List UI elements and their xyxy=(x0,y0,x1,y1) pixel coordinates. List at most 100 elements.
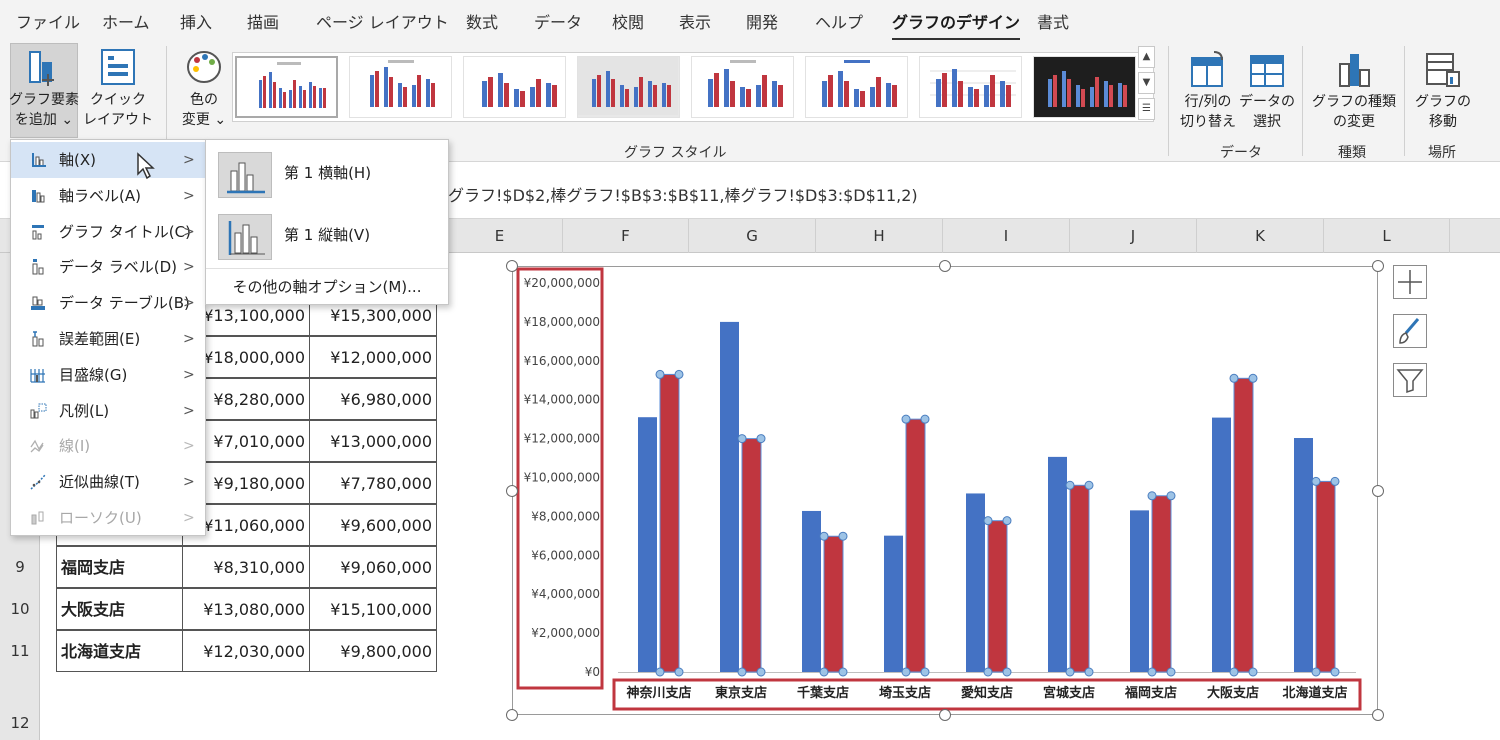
gallery-scroll-up[interactable]: ▲ xyxy=(1138,46,1155,68)
branch-name-cell[interactable]: 北海道支店 xyxy=(56,630,183,672)
tab-developer[interactable]: 開発 xyxy=(746,9,778,33)
select-data-button[interactable]: データの 選択 xyxy=(1238,50,1296,132)
chart-styles-button[interactable] xyxy=(1393,314,1427,348)
chart-style-thumb[interactable] xyxy=(691,56,794,118)
menu-item-gridlines[interactable]: 目盛線(G) > xyxy=(11,357,205,393)
chart-resize-handle[interactable] xyxy=(939,260,951,272)
ribbon-separator xyxy=(1404,46,1405,156)
value-cell-1[interactable]: ¥13,080,000 xyxy=(182,588,310,630)
tab-view[interactable]: 表示 xyxy=(679,9,711,33)
formula-input[interactable]: グラフ!$D$2,棒グラフ!$B$3:$B$11,棒グラフ!$D$3:$D$11… xyxy=(448,182,918,206)
tab-review[interactable]: 校閲 xyxy=(612,9,644,33)
chart-resize-handle[interactable] xyxy=(939,709,951,721)
value-cell-2[interactable]: ¥12,000,000 xyxy=(309,336,437,378)
chart-resize-handle[interactable] xyxy=(1372,484,1384,497)
menu-item-legend[interactable]: 凡例(L) > xyxy=(11,393,205,429)
menu-item-trendline[interactable]: 近似曲線(T) > xyxy=(11,464,205,500)
tab-format[interactable]: 書式 xyxy=(1037,9,1069,33)
menu-item-updown-bars[interactable]: ローソク(U) > xyxy=(11,500,205,536)
column-header[interactable]: L xyxy=(1324,219,1450,253)
change-chart-type-button[interactable]: グラフの種類 の変更 xyxy=(1308,50,1400,132)
selection-handle xyxy=(983,516,993,526)
plus-icon xyxy=(1398,270,1422,294)
column-header[interactable]: H xyxy=(816,219,943,253)
quick-layout-button[interactable]: クイック レイアウト ⌄ xyxy=(80,46,156,150)
menu-item-axis[interactable]: 軸(X) > xyxy=(11,142,205,178)
switch-row-column-button[interactable]: 行/列の 切り替え xyxy=(1176,50,1240,132)
tab-formulas[interactable]: 数式 xyxy=(466,9,498,33)
chevron-right-icon: > xyxy=(183,223,195,240)
selection-handle xyxy=(1330,667,1340,677)
chart-style-thumb[interactable] xyxy=(1033,56,1136,118)
chart-style-thumb[interactable] xyxy=(577,56,680,118)
selection-handle xyxy=(920,667,930,677)
column-header[interactable]: G xyxy=(689,219,816,253)
chart-style-thumb[interactable] xyxy=(349,56,452,118)
tab-help[interactable]: ヘルプ xyxy=(815,9,863,33)
chart-style-thumb[interactable] xyxy=(805,56,908,118)
x-tick-label: 福岡支店 xyxy=(1124,685,1177,701)
branch-name-cell[interactable]: 大阪支店 xyxy=(56,588,183,630)
value-cell-2[interactable]: ¥9,600,000 xyxy=(309,504,437,546)
add-chart-element-button[interactable]: グラフ要素 を追加 ⌄ xyxy=(8,46,80,130)
chart-style-thumb[interactable] xyxy=(919,56,1022,118)
chart-resize-handle[interactable] xyxy=(506,484,518,497)
value-cell-2[interactable]: ¥9,800,000 xyxy=(309,630,437,672)
row-number[interactable]: 10 xyxy=(0,588,40,630)
primary-vertical-axis-item[interactable]: 第 1 縦軸(V) xyxy=(206,206,448,266)
chart-style-thumb[interactable] xyxy=(463,56,566,118)
column-header[interactable]: I xyxy=(943,219,1070,253)
chart-resize-handle[interactable] xyxy=(506,260,518,272)
gallery-scroll-down[interactable]: ▼ xyxy=(1138,72,1155,94)
bar-series1 xyxy=(1048,456,1067,672)
tab-draw[interactable]: 描画 xyxy=(247,9,279,33)
chevron-right-icon: > xyxy=(183,510,195,526)
primary-horizontal-axis-item[interactable]: 第 1 横軸(H) xyxy=(206,144,448,204)
value-cell-2[interactable]: ¥9,060,000 xyxy=(309,546,437,588)
row-number[interactable]: 9 xyxy=(0,546,40,588)
chart-elements-button[interactable] xyxy=(1393,265,1427,299)
tab-insert[interactable]: 挿入 xyxy=(180,9,212,33)
value-cell-1[interactable]: ¥12,030,000 xyxy=(182,630,310,672)
column-header[interactable]: E xyxy=(437,219,563,253)
chart-resize-handle[interactable] xyxy=(506,709,518,721)
column-header[interactable]: J xyxy=(1070,219,1197,253)
more-axis-options-item[interactable]: その他の軸オプション(M)... xyxy=(206,268,448,304)
menu-item-data-table[interactable]: データ テーブル(B) > xyxy=(11,285,205,321)
column-header[interactable]: K xyxy=(1197,219,1324,253)
selection-handle xyxy=(756,667,766,677)
selection-handle xyxy=(1166,667,1176,677)
chart-style-thumb[interactable] xyxy=(235,56,338,118)
menu-item-lines[interactable]: 線(I) > xyxy=(11,428,205,464)
axis-submenu: 第 1 横軸(H) 第 1 縦軸(V) その他の軸オプション(M)... xyxy=(205,139,449,305)
move-chart-button[interactable]: グラフの 移動 xyxy=(1410,50,1476,132)
chart-filters-button[interactable] xyxy=(1393,363,1427,397)
value-cell-2[interactable]: ¥13,000,000 xyxy=(309,420,437,462)
selection-handle xyxy=(674,667,684,677)
menu-item-axis-label[interactable]: 軸ラベル(A) > xyxy=(11,178,205,214)
tab-home[interactable]: ホーム xyxy=(102,9,150,33)
gallery-more-button[interactable]: ☰ xyxy=(1138,98,1155,120)
chart-resize-handle[interactable] xyxy=(1372,260,1384,272)
tab-page-layout[interactable]: ページ レイアウト xyxy=(316,9,449,33)
value-cell-1[interactable]: ¥8,310,000 xyxy=(182,546,310,588)
row-number[interactable]: 11 xyxy=(0,630,40,672)
tab-chart-design[interactable]: グラフのデザイン xyxy=(892,9,1021,41)
filter-icon xyxy=(1396,369,1424,394)
value-cell-2[interactable]: ¥15,100,000 xyxy=(309,588,437,630)
selection-handle xyxy=(1311,667,1321,677)
menu-item-error-bar[interactable]: 誤差範囲(E) > xyxy=(11,321,205,357)
row-number[interactable]: 12 xyxy=(0,708,40,738)
tab-data[interactable]: データ xyxy=(534,9,582,33)
bar-series2 xyxy=(823,535,844,673)
change-colors-button[interactable]: 色の 変更 ⌄ xyxy=(176,46,232,130)
value-cell-2[interactable]: ¥6,980,000 xyxy=(309,378,437,420)
value-cell-2[interactable]: ¥7,780,000 xyxy=(309,462,437,504)
menu-item-data-label[interactable]: データ ラベル(D) > xyxy=(11,249,205,285)
tab-file[interactable]: ファイル xyxy=(16,9,80,33)
chart-resize-handle[interactable] xyxy=(1372,709,1384,721)
branch-name-cell[interactable]: 福岡支店 xyxy=(56,546,183,588)
menu-item-chart-title[interactable]: グラフ タイトル(C) > xyxy=(11,214,205,250)
column-header[interactable]: F xyxy=(563,219,689,253)
updown-bars-icon xyxy=(31,511,44,525)
